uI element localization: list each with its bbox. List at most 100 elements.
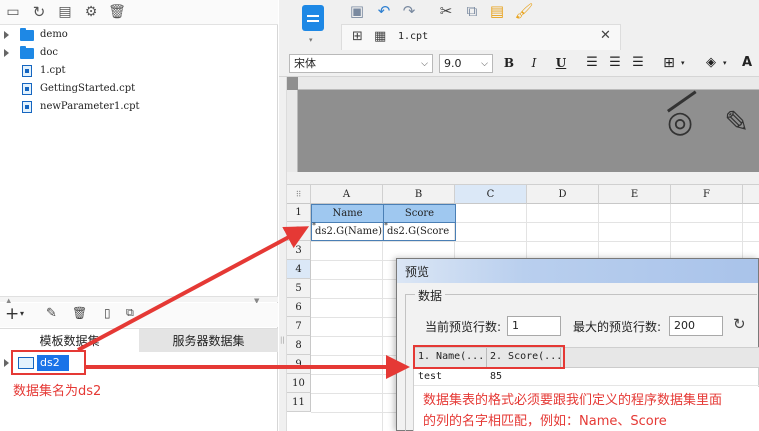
paste-icon[interactable]: ▤ (487, 2, 507, 20)
cpt-file-icon (22, 65, 32, 77)
table-row[interactable]: test 85 (414, 368, 759, 386)
delete-icon[interactable]: 🗑 (72, 306, 87, 320)
dataset-toolbar: + ▾ ✎ 🗑 ▯ ⧉ (0, 303, 278, 327)
cell-b2[interactable]: ds2.G(Score (383, 222, 456, 241)
cpt-file-icon (22, 101, 32, 113)
settings-icon[interactable]: ⚙ (82, 3, 100, 21)
chevron-down-icon[interactable]: ⌵ (481, 56, 488, 73)
row-header[interactable]: 10 (287, 374, 311, 393)
expand-caret-icon[interactable] (4, 359, 9, 367)
tree-item-gettingstarted[interactable]: GettingStarted.cpt (0, 80, 278, 98)
row-header[interactable]: 5 (287, 279, 311, 298)
bold-button[interactable]: B (501, 55, 517, 71)
refresh-icon[interactable]: ↻ (30, 3, 48, 21)
italic-button[interactable]: I (526, 55, 542, 71)
splitter-grip-icon[interactable]: || (280, 336, 285, 344)
expand-marker-icon: * (384, 221, 388, 230)
font-family-select[interactable]: 宋体 ⌵ (289, 54, 433, 73)
row-header[interactable]: 6 (287, 298, 311, 317)
column-header-e[interactable]: E (599, 185, 671, 204)
tree-item-label: 1.cpt (40, 65, 66, 76)
vertical-ruler (287, 90, 298, 172)
cell-a2[interactable]: ds2.G(Name) (311, 222, 384, 241)
cpt-file-icon (22, 83, 32, 95)
new-folder-icon[interactable]: ▭ (4, 3, 22, 21)
panel-splitter[interactable]: ▲ ▼ (0, 296, 278, 305)
column-header-more[interactable] (743, 185, 759, 204)
row-header[interactable]: 8 (287, 336, 311, 355)
template-toolbar: ▭ ↻ ▤ ⚙ 🗑 (0, 0, 278, 25)
column-header-f[interactable]: F (671, 185, 743, 204)
expand-caret-icon[interactable] (4, 31, 9, 39)
font-family-value: 宋体 (294, 57, 316, 70)
format-brush-icon[interactable]: 🖌 (514, 2, 534, 20)
row-header[interactable]: 11 (287, 393, 311, 412)
tree-item-label: GettingStarted.cpt (40, 83, 136, 94)
font-size-select[interactable]: 9.0 ⌵ (439, 54, 493, 73)
tree-item-newparameter1[interactable]: newParameter1.cpt (0, 98, 278, 116)
expand-caret-icon[interactable] (4, 49, 9, 57)
current-rows-label: 当前预览行数: (425, 320, 502, 334)
edit-pencil-icon[interactable]: ✎ (724, 105, 749, 140)
grid-corner[interactable]: ⠿ (287, 185, 311, 204)
tree-item-1-cpt[interactable]: 1.cpt (0, 62, 278, 80)
font-color-button[interactable]: A (739, 55, 755, 71)
cell-a1[interactable]: Name (311, 204, 384, 223)
chevron-down-icon[interactable]: ▾ (309, 36, 313, 44)
chevron-down-icon[interactable]: ▾ (723, 59, 727, 67)
align-left-icon[interactable]: ☰ (584, 55, 600, 71)
tab-template-datasets[interactable]: 模板数据集 (0, 328, 139, 352)
copy-icon[interactable]: ⧉ (462, 2, 482, 20)
cell-b1[interactable]: Score (383, 204, 456, 223)
group-label: 数据 (415, 287, 446, 304)
row-header[interactable]: 4 (287, 260, 311, 279)
report-design-area[interactable]: ◎ ✎ (287, 77, 759, 172)
align-right-icon[interactable]: ☰ (630, 55, 646, 71)
tab-server-datasets[interactable]: 服务器数据集 (139, 328, 278, 352)
preview-dataset-icon[interactable]: ▯ (104, 306, 111, 320)
column-header-a[interactable]: A (311, 185, 383, 204)
chevron-down-icon[interactable]: ⌵ (421, 56, 428, 73)
tree-item-demo[interactable]: demo (0, 26, 278, 44)
underline-button[interactable]: U (553, 55, 569, 71)
grid-icon: ⊞ (352, 29, 363, 44)
editor-tab[interactable]: ⊞ ▦ 1.cpt ✕ (341, 24, 621, 50)
border-icon[interactable]: ⊞ (661, 55, 677, 71)
cut-icon[interactable]: ✂ (436, 2, 456, 20)
new-report-icon[interactable] (302, 5, 324, 31)
table-cell: 85 (490, 371, 503, 382)
open-template-icon[interactable]: ▤ (56, 3, 74, 21)
tree-item-doc[interactable]: doc (0, 44, 278, 62)
close-tab-icon[interactable]: ✕ (600, 28, 611, 43)
column-header-c[interactable]: C (455, 185, 527, 204)
column-header-d[interactable]: D (527, 185, 599, 204)
row-header[interactable]: 1 (287, 204, 311, 222)
editor-tab-label: 1.cpt (398, 31, 429, 42)
align-center-icon[interactable]: ☰ (607, 55, 623, 71)
row-header[interactable]: 3 (287, 241, 311, 260)
annotation-format-line2: 的列的名字相匹配，例如：Name、Score (423, 414, 667, 429)
save-icon[interactable]: ▣ (347, 2, 367, 20)
row-header[interactable]: 7 (287, 317, 311, 336)
font-size-value: 9.0 (444, 57, 462, 70)
current-rows-input[interactable]: 1 (507, 316, 561, 336)
export-icon[interactable]: ⧉ (126, 306, 134, 320)
chevron-down-icon[interactable]: ▾ (681, 59, 685, 67)
max-rows-input[interactable]: 200 (669, 316, 723, 336)
column-header-b[interactable]: B (383, 185, 455, 204)
folder-icon (20, 28, 34, 41)
delete-icon[interactable]: 🗑 (108, 3, 126, 21)
row-header[interactable]: 2 (287, 222, 311, 241)
undo-icon[interactable]: ↶ (374, 2, 394, 20)
refresh-icon[interactable]: ↻ (733, 315, 746, 333)
redo-icon[interactable]: ↷ (399, 2, 419, 20)
edit-pencil-icon[interactable]: ✎ (46, 306, 57, 321)
tree-item-label: doc (40, 47, 59, 58)
add-dataset-icon[interactable]: + (5, 305, 19, 323)
row-header[interactable]: 9 (287, 355, 311, 374)
chevron-down-icon[interactable]: ▾ (20, 309, 24, 318)
fill-color-icon[interactable]: ◈ (703, 55, 719, 71)
dialog-titlebar[interactable]: 预览 (397, 259, 758, 283)
design-gap (287, 172, 759, 185)
highlight-box-headers (413, 345, 565, 369)
